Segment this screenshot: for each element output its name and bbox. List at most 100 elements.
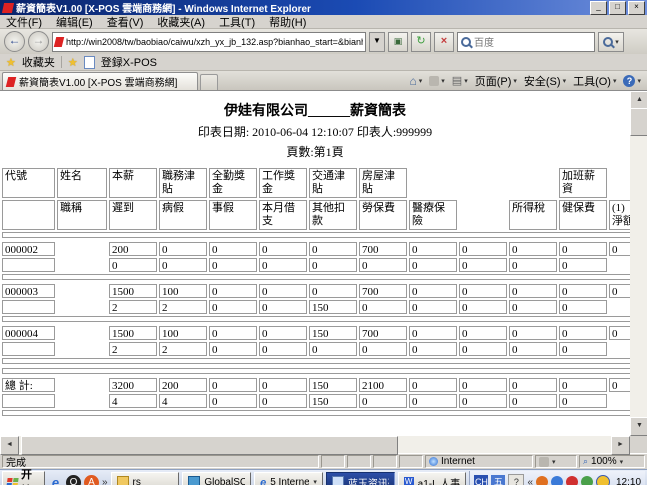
tray-app-icon-4[interactable]	[581, 476, 593, 485]
favorites-button[interactable]: 收藏夹	[22, 54, 55, 70]
table-cell: 房屋津貼	[359, 168, 407, 198]
tray-app-icon-3[interactable]	[566, 476, 578, 485]
table-cell: 0	[359, 394, 407, 408]
window-titlebar[interactable]: 薪資簡表V1.00 [X-POS 雲端商務網] - Windows Intern…	[0, 0, 647, 15]
close-button[interactable]: ×	[628, 1, 645, 15]
search-magnifier-icon	[603, 37, 613, 47]
taskbar-clock[interactable]: 12:10	[616, 477, 641, 485]
table-cell: 150	[309, 326, 357, 340]
command-bar: ⌂▾ ▾ ▤▾ 页面(P)▾ 安全(S)▾ 工具(O)▾ ?▾	[410, 71, 646, 90]
home-button[interactable]: ⌂▾	[410, 74, 423, 88]
tab-title: 薪資簡表V1.00 [X-POS 雲端商務網]	[19, 74, 177, 89]
maximize-button[interactable]: □	[609, 1, 626, 15]
address-bar[interactable]: http://win2008/tw/baobiao/caiwu/xzh_yx_j…	[52, 32, 366, 52]
table-cell: 0	[609, 378, 630, 392]
feeds-button[interactable]: ▾	[429, 76, 445, 86]
back-button[interactable]: ←	[4, 31, 25, 52]
tray-shield-icon[interactable]	[596, 475, 610, 485]
task-button-ie-group[interactable]: e 5 Internet ... ▾	[254, 472, 323, 485]
tray-collapse-chevron[interactable]: «	[527, 477, 533, 485]
table-cell	[2, 300, 55, 314]
site-favicon-icon	[54, 37, 64, 47]
zoom-control[interactable]: ⌕ 100% ▾	[579, 455, 645, 468]
task-button-globalscape[interactable]: GlobalSCAPE ...	[182, 472, 251, 485]
windows-logo-icon	[6, 478, 18, 485]
table-cell: 總 計:	[2, 378, 55, 392]
table-cell: 4	[159, 394, 207, 408]
table-cell: 醫療保險	[409, 200, 457, 230]
language-indicator[interactable]: CH	[474, 475, 488, 485]
table-gap	[609, 168, 630, 198]
table-cell: 0	[259, 342, 307, 356]
tab-active[interactable]: 薪資簡表V1.00 [X-POS 雲端商務網]	[2, 72, 198, 90]
table-cell: 0	[609, 242, 630, 256]
menu-help[interactable]: 帮助(H)	[269, 14, 306, 30]
search-input[interactable]: 百度	[457, 32, 595, 52]
vertical-scroll-thumb[interactable]	[630, 108, 647, 136]
task-button-word[interactable]: W a1-L 人事薪...	[398, 472, 467, 485]
folder-icon	[117, 476, 129, 485]
add-favorite-icon[interactable]: ★	[68, 56, 78, 69]
table-separator	[2, 274, 630, 280]
tray-app-icon-1[interactable]	[536, 476, 548, 485]
menu-favorites[interactable]: 收藏夹(A)	[157, 14, 205, 30]
ime-indicator[interactable]: 五	[491, 475, 505, 485]
safety-menu-button[interactable]: 安全(S)▾	[524, 73, 566, 89]
zoom-icon: ⌕	[583, 456, 588, 467]
table-cell: 0	[409, 258, 457, 272]
scroll-left-button[interactable]: ◄	[0, 436, 19, 455]
start-button[interactable]: 开始	[2, 471, 45, 485]
task-button-folder[interactable]: rs	[111, 472, 180, 485]
print-button[interactable]: ▤▾	[452, 74, 468, 87]
horizontal-scroll-thumb[interactable]	[21, 436, 398, 455]
table-cell: 200	[159, 378, 207, 392]
menu-bar: 文件(F) 编辑(E) 查看(V) 收藏夹(A) 工具(T) 帮助(H)	[0, 15, 647, 29]
table-cell: 0	[359, 342, 407, 356]
scroll-right-button[interactable]: ►	[611, 436, 630, 455]
menu-view[interactable]: 查看(V)	[107, 14, 144, 30]
scroll-down-button[interactable]: ▼	[630, 417, 647, 436]
address-dropdown-button[interactable]: ▼	[369, 32, 385, 52]
horizontal-scrollbar[interactable]: ◄ ►	[0, 436, 630, 453]
table-row: 2200000000	[2, 342, 630, 356]
table-row: 000003150010000070000000	[2, 284, 630, 298]
minimize-button[interactable]: _	[590, 1, 607, 15]
report-print-info: 印表日期: 2010-06-04 12:10:07 印表人:999999	[0, 123, 630, 140]
tab-favicon-icon	[6, 77, 16, 87]
quicklaunch-ie-icon[interactable]: e	[48, 475, 63, 485]
table-cell: 1500	[109, 326, 157, 340]
quicklaunch-overflow-chevron[interactable]: »	[102, 477, 108, 485]
tools-menu-button[interactable]: 工具(O)▾	[573, 73, 616, 89]
table-cell: 0	[459, 326, 507, 340]
status-pane	[373, 455, 397, 468]
help-button[interactable]: ?▾	[623, 75, 641, 87]
status-text: 完成	[2, 455, 319, 468]
menu-tools[interactable]: 工具(T)	[219, 14, 255, 30]
refresh-button[interactable]: ↻	[411, 32, 431, 52]
forward-button[interactable]: →	[28, 31, 49, 52]
search-go-button[interactable]: ▾	[598, 32, 624, 52]
menu-edit[interactable]: 编辑(E)	[56, 14, 93, 30]
go-button[interactable]: ▣	[388, 32, 408, 52]
table-cell	[2, 342, 55, 356]
tray-app-icon-2[interactable]	[551, 476, 563, 485]
table-cell: 遲到	[109, 200, 157, 230]
app-icon	[2, 3, 14, 13]
quicklaunch-qq-icon[interactable]: Q	[66, 475, 81, 485]
table-cell: 0	[559, 394, 607, 408]
table-cell: 0	[209, 300, 257, 314]
quicklaunch-messenger-icon[interactable]: A	[84, 475, 99, 485]
header-row: 職稱遲到病假事假本月借支其他扣款勞保費醫療保險所得稅健保費(1)淨額	[2, 200, 630, 230]
favorite-link[interactable]: 登録X-POS	[101, 54, 157, 70]
vertical-scrollbar[interactable]: ▲ ▼	[630, 91, 647, 436]
feeds-icon	[429, 76, 439, 86]
page-menu-button[interactable]: 页面(P)▾	[475, 73, 517, 89]
stop-button[interactable]: ×	[434, 32, 454, 52]
url-text[interactable]: http://win2008/tw/baobiao/caiwu/xzh_yx_j…	[66, 37, 363, 47]
new-tab-button[interactable]	[200, 74, 218, 90]
table-row: 000002200000070000000	[2, 242, 630, 256]
menu-file[interactable]: 文件(F)	[6, 14, 42, 30]
ime-help-icon[interactable]: ?	[508, 474, 524, 485]
task-button-active-window[interactable]: 蓝玉资讯研发...	[326, 472, 395, 485]
protected-mode-button[interactable]: ▾	[535, 455, 577, 468]
